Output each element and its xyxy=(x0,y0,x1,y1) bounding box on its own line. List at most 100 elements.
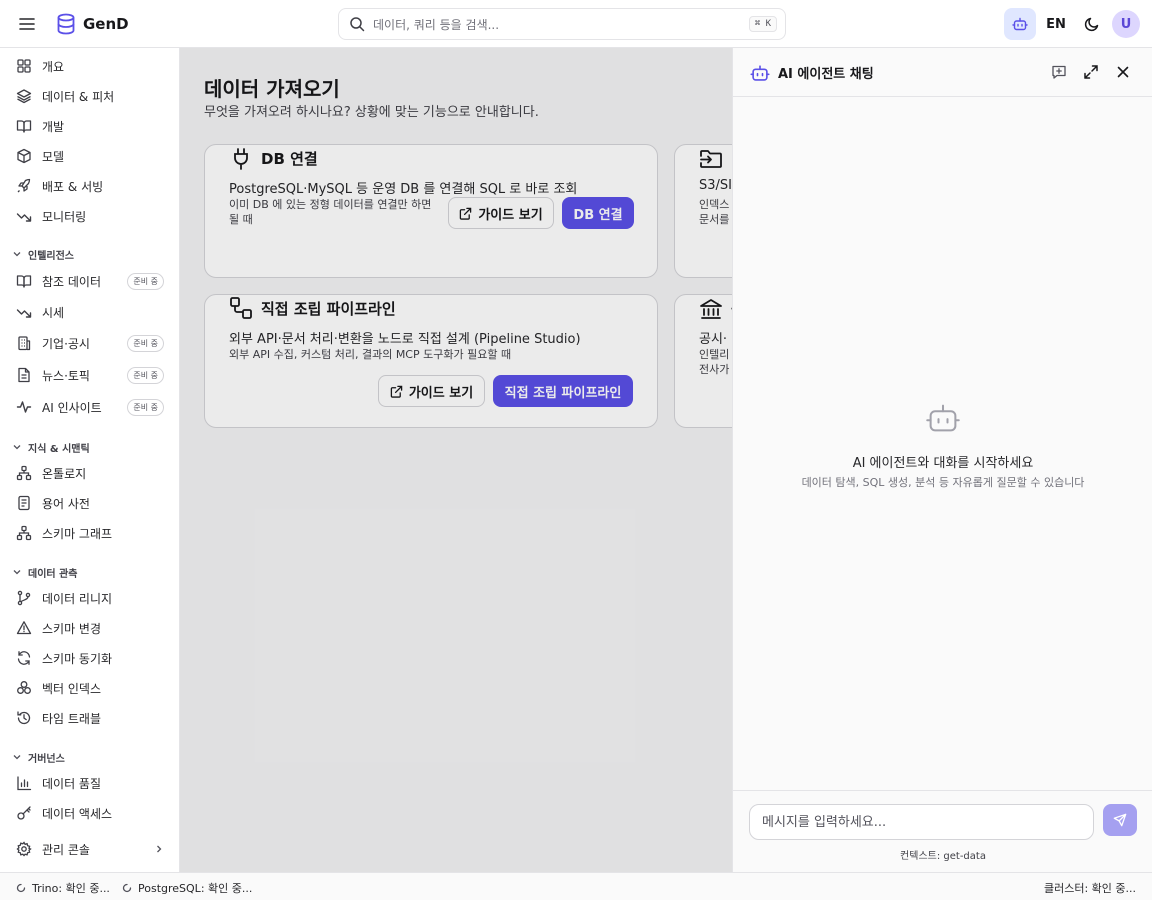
app-logo[interactable]: GenD xyxy=(56,13,129,35)
sidebar-item-reference-data[interactable]: 참조 데이터 준비 중 xyxy=(8,267,172,295)
sidebar-item-news-topics[interactable]: 뉴스·토픽 준비 중 xyxy=(8,361,172,389)
send-button[interactable] xyxy=(1103,804,1137,836)
message-plus-icon xyxy=(1051,64,1067,80)
chevron-right-icon xyxy=(154,844,164,854)
sidebar-item-develop[interactable]: 개발 xyxy=(8,112,172,140)
close-icon xyxy=(1115,64,1131,80)
network-icon xyxy=(16,465,32,481)
section-label: 거버넌스 xyxy=(28,753,65,765)
sidebar-item-admin-console[interactable]: 관리 콘솔 xyxy=(8,835,172,863)
section-label: 인텔리전스 xyxy=(28,250,74,262)
box-icon xyxy=(16,148,32,164)
sidebar-item-vector-index[interactable]: 벡터 인덱스 xyxy=(8,674,172,702)
section-observability[interactable]: 데이터 관측 xyxy=(12,564,77,580)
bot-icon xyxy=(925,400,961,436)
sidebar-item-label: 스키마 동기화 xyxy=(42,651,113,666)
sidebar-item-schema-change[interactable]: 스키마 변경 xyxy=(8,614,172,642)
sidebar-item-label: 기업·공시 xyxy=(42,336,90,351)
sidebar-item-label: 데이터 액세스 xyxy=(42,806,113,821)
sidebar-item-model[interactable]: 모델 xyxy=(8,142,172,170)
sidebar-item-label: 스키마 변경 xyxy=(42,621,102,636)
sidebar-item-data-quality[interactable]: 데이터 품질 xyxy=(8,769,172,797)
language-toggle[interactable]: EN xyxy=(1042,8,1070,40)
loading-icon xyxy=(122,883,132,893)
sidebar-item-glossary[interactable]: 용어 사전 xyxy=(8,489,172,517)
section-governance[interactable]: 거버넌스 xyxy=(12,749,65,765)
chat-footer: 컨텍스트: get-data xyxy=(733,790,1152,872)
network-icon xyxy=(16,525,32,541)
maximize-icon xyxy=(1083,64,1099,80)
ai-chat-panel: AI 에이전트 채팅 AI 에이전트와 대화를 시작하세요 데이터 탐색, SQ… xyxy=(732,48,1152,872)
sidebar-item-label: 온톨로지 xyxy=(42,466,87,481)
new-chat-button[interactable] xyxy=(1049,62,1069,82)
chat-empty-title: AI 에이전트와 대화를 시작하세요 xyxy=(852,456,1034,471)
sidebar-item-lineage[interactable]: 데이터 리니지 xyxy=(8,584,172,612)
sidebar: 개요 데이터 & 피처 개발 모델 배포 & 서빙 모니터링 인텔리전스 참조 … xyxy=(0,48,180,872)
menu-icon[interactable] xyxy=(16,14,38,34)
sidebar-item-market-price[interactable]: 시세 xyxy=(8,298,172,326)
section-knowledge[interactable]: 지식 & 시맨틱 xyxy=(12,439,90,455)
chevron-down-icon xyxy=(12,442,22,452)
sidebar-item-label: 모니터링 xyxy=(42,209,87,224)
theme-toggle[interactable] xyxy=(1078,8,1106,40)
chat-title: AI 에이전트 채팅 xyxy=(778,67,874,82)
key-icon xyxy=(16,805,32,821)
sidebar-item-data-features[interactable]: 데이터 & 피처 xyxy=(8,82,172,110)
search-bar[interactable]: 데이터, 쿼리 등을 검색... ⌘ K xyxy=(338,8,786,40)
search-shortcut: ⌘ K xyxy=(748,16,777,32)
search-placeholder: 데이터, 쿼리 등을 검색... xyxy=(373,17,500,32)
book-open-icon xyxy=(16,273,32,289)
top-bar: GenD 데이터, 쿼리 등을 검색... ⌘ K EN U xyxy=(0,0,1152,48)
ai-agent-button[interactable] xyxy=(1004,8,1036,40)
loading-icon xyxy=(16,883,26,893)
sidebar-item-label: 참조 데이터 xyxy=(42,274,102,289)
bot-icon xyxy=(750,63,770,83)
close-button[interactable] xyxy=(1113,62,1133,82)
user-avatar[interactable]: U xyxy=(1112,10,1140,38)
section-label: 데이터 관측 xyxy=(28,568,78,580)
sidebar-item-label: 데이터 품질 xyxy=(42,776,102,791)
moon-icon xyxy=(1084,16,1100,32)
search-icon xyxy=(349,16,365,32)
sidebar-item-label: 개발 xyxy=(42,119,65,134)
sidebar-item-label: AI 인사이트 xyxy=(42,400,102,415)
sidebar-item-deploy[interactable]: 배포 & 서빙 xyxy=(8,172,172,200)
bar-chart-icon xyxy=(16,775,32,791)
chevron-down-icon xyxy=(12,567,22,577)
sidebar-item-overview[interactable]: 개요 xyxy=(8,52,172,80)
app-name: GenD xyxy=(83,15,129,33)
status-text: Trino: 확인 중... xyxy=(32,882,110,895)
sidebar-item-ai-insight[interactable]: AI 인사이트 준비 중 xyxy=(8,393,172,421)
trend-icon xyxy=(16,208,32,224)
sidebar-item-label: 데이터 & 피처 xyxy=(42,89,115,104)
sidebar-item-label: 배포 & 서빙 xyxy=(42,179,104,194)
sidebar-item-label: 데이터 리니지 xyxy=(42,591,113,606)
status-badge: 준비 중 xyxy=(127,334,164,352)
sidebar-item-monitoring[interactable]: 모니터링 xyxy=(8,202,172,230)
chat-context: 컨텍스트: get-data xyxy=(900,851,986,862)
sidebar-item-label: 개요 xyxy=(42,59,65,74)
boxes-icon xyxy=(16,680,32,696)
sidebar-item-time-travel[interactable]: 타임 트래블 xyxy=(8,704,172,732)
notebook-icon xyxy=(16,495,32,511)
section-label: 지식 & 시맨틱 xyxy=(28,443,90,455)
sidebar-item-ontology[interactable]: 온톨로지 xyxy=(8,459,172,487)
document-icon xyxy=(16,367,32,383)
status-cluster: 클러스터: 확인 중... xyxy=(1044,880,1136,896)
sidebar-item-label: 용어 사전 xyxy=(42,496,90,511)
sidebar-item-data-access[interactable]: 데이터 액세스 xyxy=(8,799,172,827)
git-branch-icon xyxy=(16,590,32,606)
chat-input[interactable] xyxy=(749,804,1094,840)
sidebar-item-label: 타임 트래블 xyxy=(42,711,102,726)
layers-icon xyxy=(16,88,32,104)
expand-button[interactable] xyxy=(1081,62,1101,82)
rocket-icon xyxy=(16,178,32,194)
sidebar-item-schema-graph[interactable]: 스키마 그래프 xyxy=(8,519,172,547)
chat-header: AI 에이전트 채팅 xyxy=(733,48,1152,97)
sidebar-item-company-filings[interactable]: 기업·공시 준비 중 xyxy=(8,329,172,357)
section-intelligence[interactable]: 인텔리전스 xyxy=(12,246,74,262)
status-bar: Trino: 확인 중... PostgreSQL: 확인 중... 클러스터:… xyxy=(0,872,1152,900)
history-icon xyxy=(16,710,32,726)
status-badge: 준비 중 xyxy=(127,398,164,416)
sidebar-item-schema-sync[interactable]: 스키마 동기화 xyxy=(8,644,172,672)
